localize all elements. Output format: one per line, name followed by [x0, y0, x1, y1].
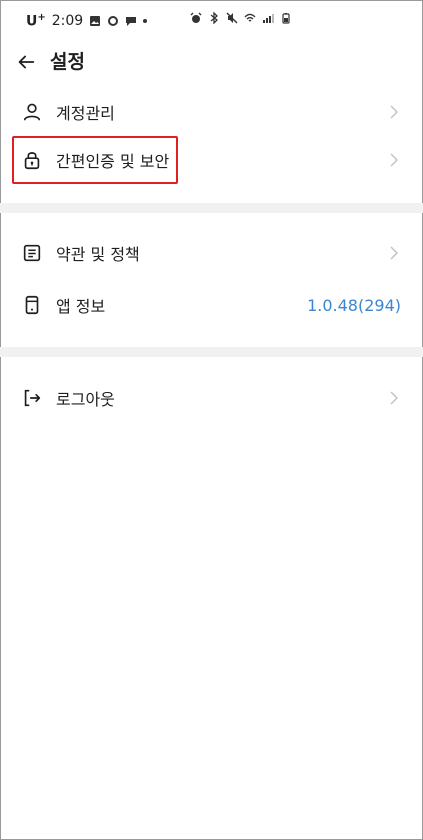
menu-item-terms[interactable]: 약관 및 정책	[0, 227, 423, 279]
logout-icon	[20, 386, 44, 410]
wifi-icon	[244, 12, 256, 24]
chevron-right-icon	[387, 391, 401, 405]
battery-icon	[280, 12, 292, 24]
menu-item-label: 계정관리	[56, 104, 115, 123]
notification-dot-icon	[143, 18, 148, 23]
status-right	[190, 12, 292, 24]
document-icon	[20, 241, 44, 265]
user-icon	[20, 100, 44, 124]
section-divider	[0, 347, 423, 357]
mute-icon	[226, 12, 238, 24]
bluetooth-icon	[208, 12, 220, 24]
menu-item-label: 로그아웃	[56, 390, 115, 409]
alarm-icon	[190, 12, 202, 24]
status-time: 2:09	[51, 12, 84, 29]
menu-item-label: 앱 정보	[56, 297, 106, 316]
sync-icon	[107, 15, 119, 27]
app-version: 1.0.48(294)	[307, 295, 401, 315]
section-divider	[0, 203, 423, 213]
chevron-right-icon	[387, 246, 401, 260]
status-bar: U+ 2:09	[0, 0, 423, 42]
menu-item-app-info[interactable]: 앱 정보 1.0.48(294)	[0, 279, 423, 331]
carrier-text: U	[26, 13, 38, 30]
message-icon	[125, 15, 137, 27]
image-icon	[89, 15, 101, 27]
back-arrow-icon[interactable]	[14, 50, 38, 74]
carrier-sup: +	[37, 12, 46, 23]
menu-item-label: 약관 및 정책	[56, 245, 140, 264]
menu-item-logout[interactable]: 로그아웃	[0, 372, 423, 424]
status-left: U+ 2:09	[26, 12, 148, 30]
page-title: 설정	[50, 51, 85, 73]
highlight-box	[12, 136, 178, 184]
chevron-right-icon	[387, 105, 401, 119]
phone-icon	[20, 293, 44, 317]
chevron-right-icon	[387, 153, 401, 167]
carrier-label: U+	[26, 12, 46, 30]
signal-icon	[262, 12, 274, 24]
menu-item-account[interactable]: 계정관리	[0, 86, 423, 138]
